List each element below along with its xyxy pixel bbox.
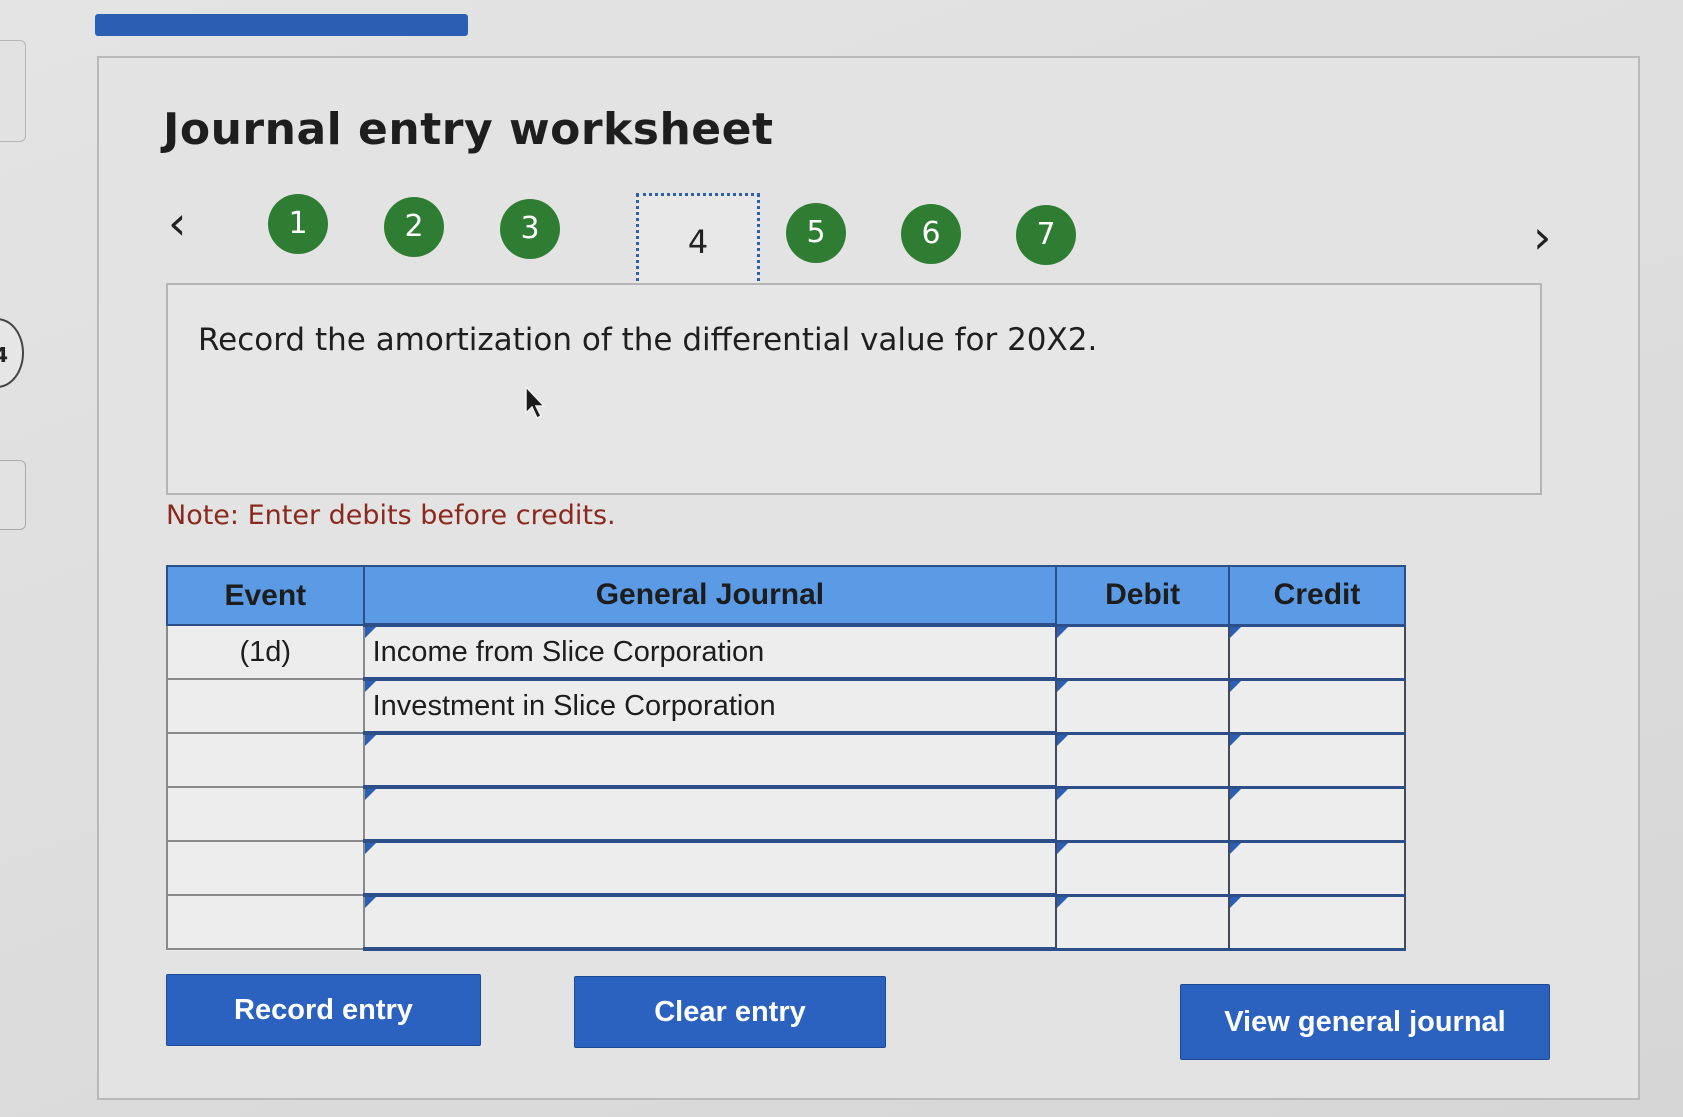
credit-input[interactable] [1228, 893, 1406, 951]
input-flag-icon [1230, 788, 1242, 800]
account-dropdown[interactable] [362, 785, 1058, 843]
debit-value[interactable] [1057, 789, 1228, 840]
step-2-button[interactable]: 2 [384, 197, 444, 257]
debit-value[interactable] [1057, 735, 1228, 786]
table-row [166, 839, 1406, 897]
table-row [166, 893, 1406, 951]
event-cell [166, 786, 365, 842]
table-row [166, 785, 1406, 843]
event-column-header: Event [166, 565, 365, 626]
dropdown-flag-icon [364, 897, 376, 908]
credit-input[interactable] [1228, 839, 1406, 897]
side-tab[interactable] [0, 460, 26, 530]
side-tab-top[interactable] [0, 40, 26, 142]
account-value[interactable]: Income from Slice Corporation [373, 627, 1056, 677]
credit-value[interactable] [1230, 789, 1404, 840]
input-flag-icon [1057, 788, 1069, 800]
screen: 4 Journal entry worksheet ‹ 1 2 3 4 5 6 … [0, 0, 1683, 1117]
journal-table: Event General Journal Debit Credit (1d) … [166, 565, 1406, 951]
event-cell [166, 894, 365, 950]
instruction-text: Record the amortization of the different… [198, 322, 1098, 358]
account-dropdown[interactable]: Income from Slice Corporation [362, 623, 1058, 681]
account-dropdown[interactable] [362, 731, 1058, 789]
input-flag-icon [1057, 896, 1069, 908]
debit-column-header: Debit [1055, 565, 1231, 626]
account-value[interactable] [373, 789, 1056, 839]
event-cell [166, 840, 365, 896]
credit-input[interactable] [1228, 677, 1406, 735]
mouse-pointer-icon [525, 385, 546, 420]
debit-value[interactable] [1057, 897, 1228, 948]
credit-value[interactable] [1230, 897, 1404, 948]
credit-input[interactable] [1228, 623, 1406, 681]
account-value[interactable] [373, 843, 1056, 893]
credit-value[interactable] [1230, 843, 1404, 894]
event-cell [166, 678, 365, 734]
input-flag-icon [1230, 896, 1242, 908]
dropdown-flag-icon [364, 789, 376, 800]
debit-input[interactable] [1055, 677, 1231, 735]
credit-value[interactable] [1230, 681, 1404, 732]
credit-input[interactable] [1228, 731, 1406, 789]
step-1-button[interactable]: 1 [268, 194, 328, 254]
credit-value[interactable] [1230, 627, 1404, 678]
dropdown-flag-icon [364, 627, 376, 638]
table-row: Investment in Slice Corporation [166, 677, 1406, 735]
account-value[interactable] [373, 897, 1056, 947]
event-cell: (1d) [166, 624, 365, 680]
view-general-journal-button[interactable]: View general journal [1180, 984, 1550, 1060]
input-flag-icon [1230, 626, 1242, 638]
record-entry-button[interactable]: Record entry [166, 974, 481, 1046]
credit-value[interactable] [1230, 735, 1404, 786]
input-flag-icon [1057, 842, 1069, 854]
debit-value[interactable] [1057, 681, 1228, 732]
credit-input[interactable] [1228, 785, 1406, 843]
debit-input[interactable] [1055, 839, 1231, 897]
account-dropdown[interactable]: Investment in Slice Corporation [362, 677, 1058, 735]
account-dropdown[interactable] [362, 839, 1058, 897]
account-value[interactable] [373, 735, 1056, 785]
clear-entry-button[interactable]: Clear entry [574, 976, 886, 1048]
input-flag-icon [1057, 734, 1069, 746]
event-cell [166, 732, 365, 788]
general-journal-column-header: General Journal [362, 565, 1058, 626]
step-3-button[interactable]: 3 [500, 199, 560, 259]
dropdown-flag-icon [364, 843, 376, 854]
input-flag-icon [1057, 626, 1069, 638]
input-flag-icon [1057, 680, 1069, 692]
step-6-button[interactable]: 6 [901, 204, 961, 264]
side-question-marker[interactable]: 4 [0, 318, 24, 388]
account-dropdown[interactable] [362, 893, 1058, 951]
previous-step-arrow-icon[interactable]: ‹ [168, 200, 186, 246]
input-flag-icon [1230, 680, 1242, 692]
dropdown-flag-icon [364, 735, 376, 746]
debit-input[interactable] [1055, 623, 1231, 681]
top-progress-bar [95, 14, 468, 36]
table-row [166, 731, 1406, 789]
credit-column-header: Credit [1228, 565, 1406, 626]
table-row: (1d) Income from Slice Corporation [166, 623, 1406, 681]
debit-input[interactable] [1055, 731, 1231, 789]
debit-value[interactable] [1057, 627, 1228, 678]
next-step-arrow-icon[interactable]: › [1533, 214, 1551, 260]
page-title: Journal entry worksheet [163, 104, 774, 155]
step-5-button[interactable]: 5 [786, 203, 846, 263]
account-value[interactable]: Investment in Slice Corporation [373, 681, 1056, 731]
step-7-button[interactable]: 7 [1016, 205, 1076, 265]
journal-header-row: Event General Journal Debit Credit [166, 565, 1406, 626]
instruction-box [166, 283, 1542, 495]
note-text: Note: Enter debits before credits. [166, 500, 616, 531]
step-4-current[interactable]: 4 [636, 193, 760, 295]
input-flag-icon [1230, 842, 1242, 854]
debit-value[interactable] [1057, 843, 1228, 894]
debit-input[interactable] [1055, 893, 1231, 951]
dropdown-flag-icon [364, 681, 376, 692]
input-flag-icon [1230, 734, 1242, 746]
debit-input[interactable] [1055, 785, 1231, 843]
